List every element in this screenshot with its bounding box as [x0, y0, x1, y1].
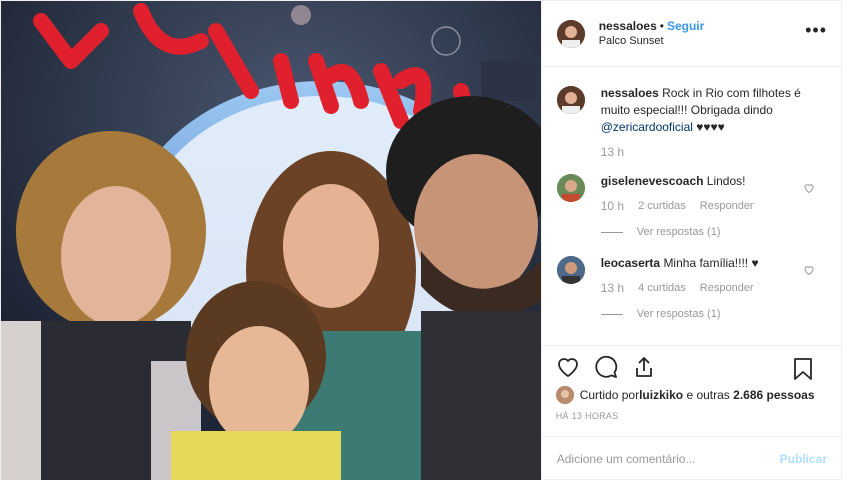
comments-list[interactable]: nessaloes Rock in Rio com filhotes é mui…: [542, 67, 841, 345]
caption-time[interactable]: 13 h: [601, 144, 624, 161]
replies-divider: [600, 232, 623, 233]
comment-time[interactable]: 13 h: [601, 280, 624, 297]
commenter-avatar[interactable]: [556, 174, 585, 202]
post-location[interactable]: Palco Sunset: [599, 34, 705, 49]
reply-button[interactable]: Responder: [700, 198, 754, 215]
separator-dot: •: [659, 18, 664, 33]
caption: nessaloes Rock in Rio com filhotes é mui…: [556, 85, 825, 161]
caption-username[interactable]: nessaloes: [601, 86, 659, 100]
bookmark-icon[interactable]: [793, 357, 813, 381]
likes-summary: Curtido por luizkiko e outras 2.686 pess…: [555, 386, 827, 404]
author-username[interactable]: nessaloes: [599, 19, 657, 33]
likes-count[interactable]: 2.686 pessoas: [733, 388, 814, 402]
like-comment-icon[interactable]: [803, 264, 815, 276]
liker-username[interactable]: luizkiko: [639, 388, 683, 402]
view-replies-label: Ver respostas (1): [636, 308, 721, 320]
post-header: nessaloes • Seguir Palco Sunset •••: [541, 1, 841, 67]
caption-hearts: ♥♥♥♥: [696, 120, 725, 134]
caption-mention[interactable]: @zericardooficial: [601, 120, 693, 134]
add-comment-bar: Publicar: [541, 436, 841, 480]
comment-time[interactable]: 10 h: [601, 198, 624, 215]
instagram-post: nessaloes • Seguir Palco Sunset ••• nessal…: [0, 0, 842, 480]
post-actions: Curtido por luizkiko e outras 2.686 pess…: [541, 345, 841, 421]
heart-icon[interactable]: [556, 355, 580, 379]
replies-divider: [600, 314, 623, 315]
comment-item: leocaserta Minha família!!!! ♥ 13 h 4 cu…: [556, 255, 825, 323]
comment-likes[interactable]: 2 curtidas: [638, 198, 686, 215]
view-replies-label: Ver respostas (1): [636, 226, 721, 238]
caption-avatar[interactable]: [556, 86, 585, 114]
comment-username[interactable]: giselenevescoach: [601, 174, 704, 188]
publish-button[interactable]: Publicar: [780, 452, 827, 466]
reply-button[interactable]: Responder: [700, 280, 754, 297]
view-replies-button[interactable]: Ver respostas (1): [600, 306, 811, 323]
likes-prefix: Curtido por: [579, 388, 640, 402]
post-date[interactable]: HÁ 13 HORAS: [556, 411, 827, 421]
post-photo[interactable]: [1, 1, 541, 480]
comment-text: Minha família!!!! ♥: [663, 256, 759, 270]
author-avatar[interactable]: [556, 19, 585, 48]
comment-likes[interactable]: 4 curtidas: [638, 280, 686, 297]
comment-input[interactable]: [556, 452, 780, 466]
selfie-image: [1, 1, 541, 480]
more-options-icon[interactable]: •••: [805, 21, 827, 39]
comment-username[interactable]: leocaserta: [601, 256, 660, 270]
view-replies-button[interactable]: Ver respostas (1): [600, 224, 811, 241]
share-icon[interactable]: [632, 355, 656, 379]
follow-button[interactable]: Seguir: [667, 19, 704, 33]
comment-item: giselenevescoach Lindos! 10 h 2 curtidas…: [556, 173, 825, 241]
commenter-avatar[interactable]: [556, 256, 585, 284]
comment-icon[interactable]: [594, 355, 618, 379]
like-comment-icon[interactable]: [803, 182, 815, 194]
liker-avatar[interactable]: [555, 386, 574, 404]
action-icons: [556, 346, 827, 388]
comment-text: Lindos!: [706, 174, 746, 188]
post-side-panel: nessaloes • Seguir Palco Sunset ••• nessal…: [540, 1, 841, 480]
likes-suffix: e outras: [683, 388, 734, 402]
